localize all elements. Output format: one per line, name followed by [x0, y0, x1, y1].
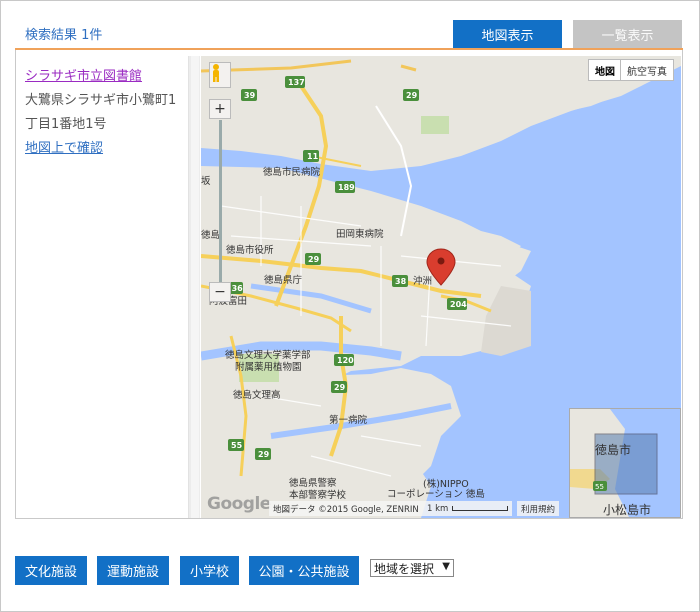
label-nippo-corp: コーポレーション 徳島 — [387, 488, 485, 500]
label-hospital-city: 徳島市民病院 — [263, 166, 321, 178]
scale-bar — [452, 506, 509, 511]
label-bunri-high: 徳島文理高 — [233, 389, 281, 401]
label-daiichi-hospital: 第一病院 — [329, 414, 368, 426]
overview-label-komatsushima: 小松島市 — [603, 503, 652, 517]
view-on-map-link[interactable]: 地図上で確認 — [25, 137, 193, 161]
label-tokushima: 徳島 — [201, 229, 220, 241]
library-name-link[interactable]: シラサギ市立図書館 — [25, 65, 193, 89]
list-view-tab[interactable]: 一覧表示 — [573, 20, 682, 49]
overview-route: 55 — [595, 483, 604, 491]
terms-link[interactable]: 利用規約 — [517, 501, 560, 516]
zoom-slider-track[interactable] — [219, 120, 222, 290]
result-info: シラサギ市立図書館 大鷺県シラサギ市小鷺町1 丁目1番地1号 地図上で確認 — [25, 65, 193, 161]
label-kitajima: 坂 — [201, 176, 211, 187]
map-view-tab[interactable]: 地図表示 — [453, 20, 562, 49]
chevron-down-icon: ▼ — [442, 561, 450, 572]
label-bunri-univ: 徳島文理大学薬学部 — [225, 349, 311, 361]
zoom-in-button[interactable]: + — [209, 99, 231, 119]
address-line-2: 丁目1番地1号 — [25, 117, 107, 132]
street-view-pegman-icon[interactable] — [209, 62, 231, 88]
route-shield: 29 — [406, 91, 418, 100]
label-okinosu: 沖洲 — [413, 275, 432, 287]
category-school-button[interactable]: 小学校 — [180, 556, 239, 585]
route-shield: 29 — [258, 450, 270, 459]
region-select[interactable]: 地域を選択 ▼ — [370, 559, 454, 577]
overview-label-tokushima: 徳島市 — [595, 443, 632, 457]
label-hospital-tabata: 田岡東病院 — [336, 228, 384, 240]
map-attribution: 地図データ ©2015 Google, ZENRIN — [269, 501, 423, 516]
map-view[interactable]: 徳島市民病院 田岡東病院 徳島市役所 徳島県庁 阿波富田 徳島 沖洲 徳島文理大… — [201, 56, 681, 518]
route-shield: 189 — [338, 183, 355, 192]
scale-label: 1 km — [427, 503, 449, 514]
info-scrollbar[interactable] — [188, 56, 200, 518]
route-shield: 120 — [337, 356, 354, 365]
category-culture-button[interactable]: 文化施設 — [15, 556, 87, 585]
google-logo: Google — [207, 494, 271, 514]
label-police-hq: 本部警察学校 — [289, 489, 347, 501]
route-shield: 11 — [307, 152, 319, 161]
route-shield: 204 — [450, 300, 467, 309]
route-shield: 29 — [334, 383, 346, 392]
route-shield: 55 — [231, 441, 243, 450]
label-pref-office: 徳島県庁 — [264, 274, 303, 286]
label-herb-garden: 附属薬用植物園 — [235, 361, 302, 373]
zoom-out-button[interactable]: − — [209, 282, 231, 302]
map-type-map-button[interactable]: 地図 — [588, 59, 622, 81]
route-shield: 38 — [395, 277, 407, 286]
category-park-button[interactable]: 公園・公共施設 — [249, 556, 359, 585]
label-police: 徳島県警察 — [289, 477, 337, 489]
map-scale: 1 km — [423, 501, 513, 516]
overview-map[interactable]: 55 徳島市 小松島市 — [569, 408, 681, 518]
route-shield: 137 — [288, 78, 305, 87]
address-line-1: 大鷺県シラサギ市小鷺町1 — [25, 93, 177, 108]
label-city-office: 徳島市役所 — [226, 244, 274, 256]
map-type-satellite-button[interactable]: 航空写真 — [620, 59, 674, 81]
region-select-value: 地域を選択 — [374, 561, 435, 576]
route-shield: 29 — [308, 255, 320, 264]
scrollbar-thumb[interactable] — [191, 56, 199, 518]
category-sports-button[interactable]: 運動施設 — [97, 556, 169, 585]
result-count-title: 検索結果 1件 — [25, 28, 103, 43]
route-shield: 39 — [244, 91, 256, 100]
